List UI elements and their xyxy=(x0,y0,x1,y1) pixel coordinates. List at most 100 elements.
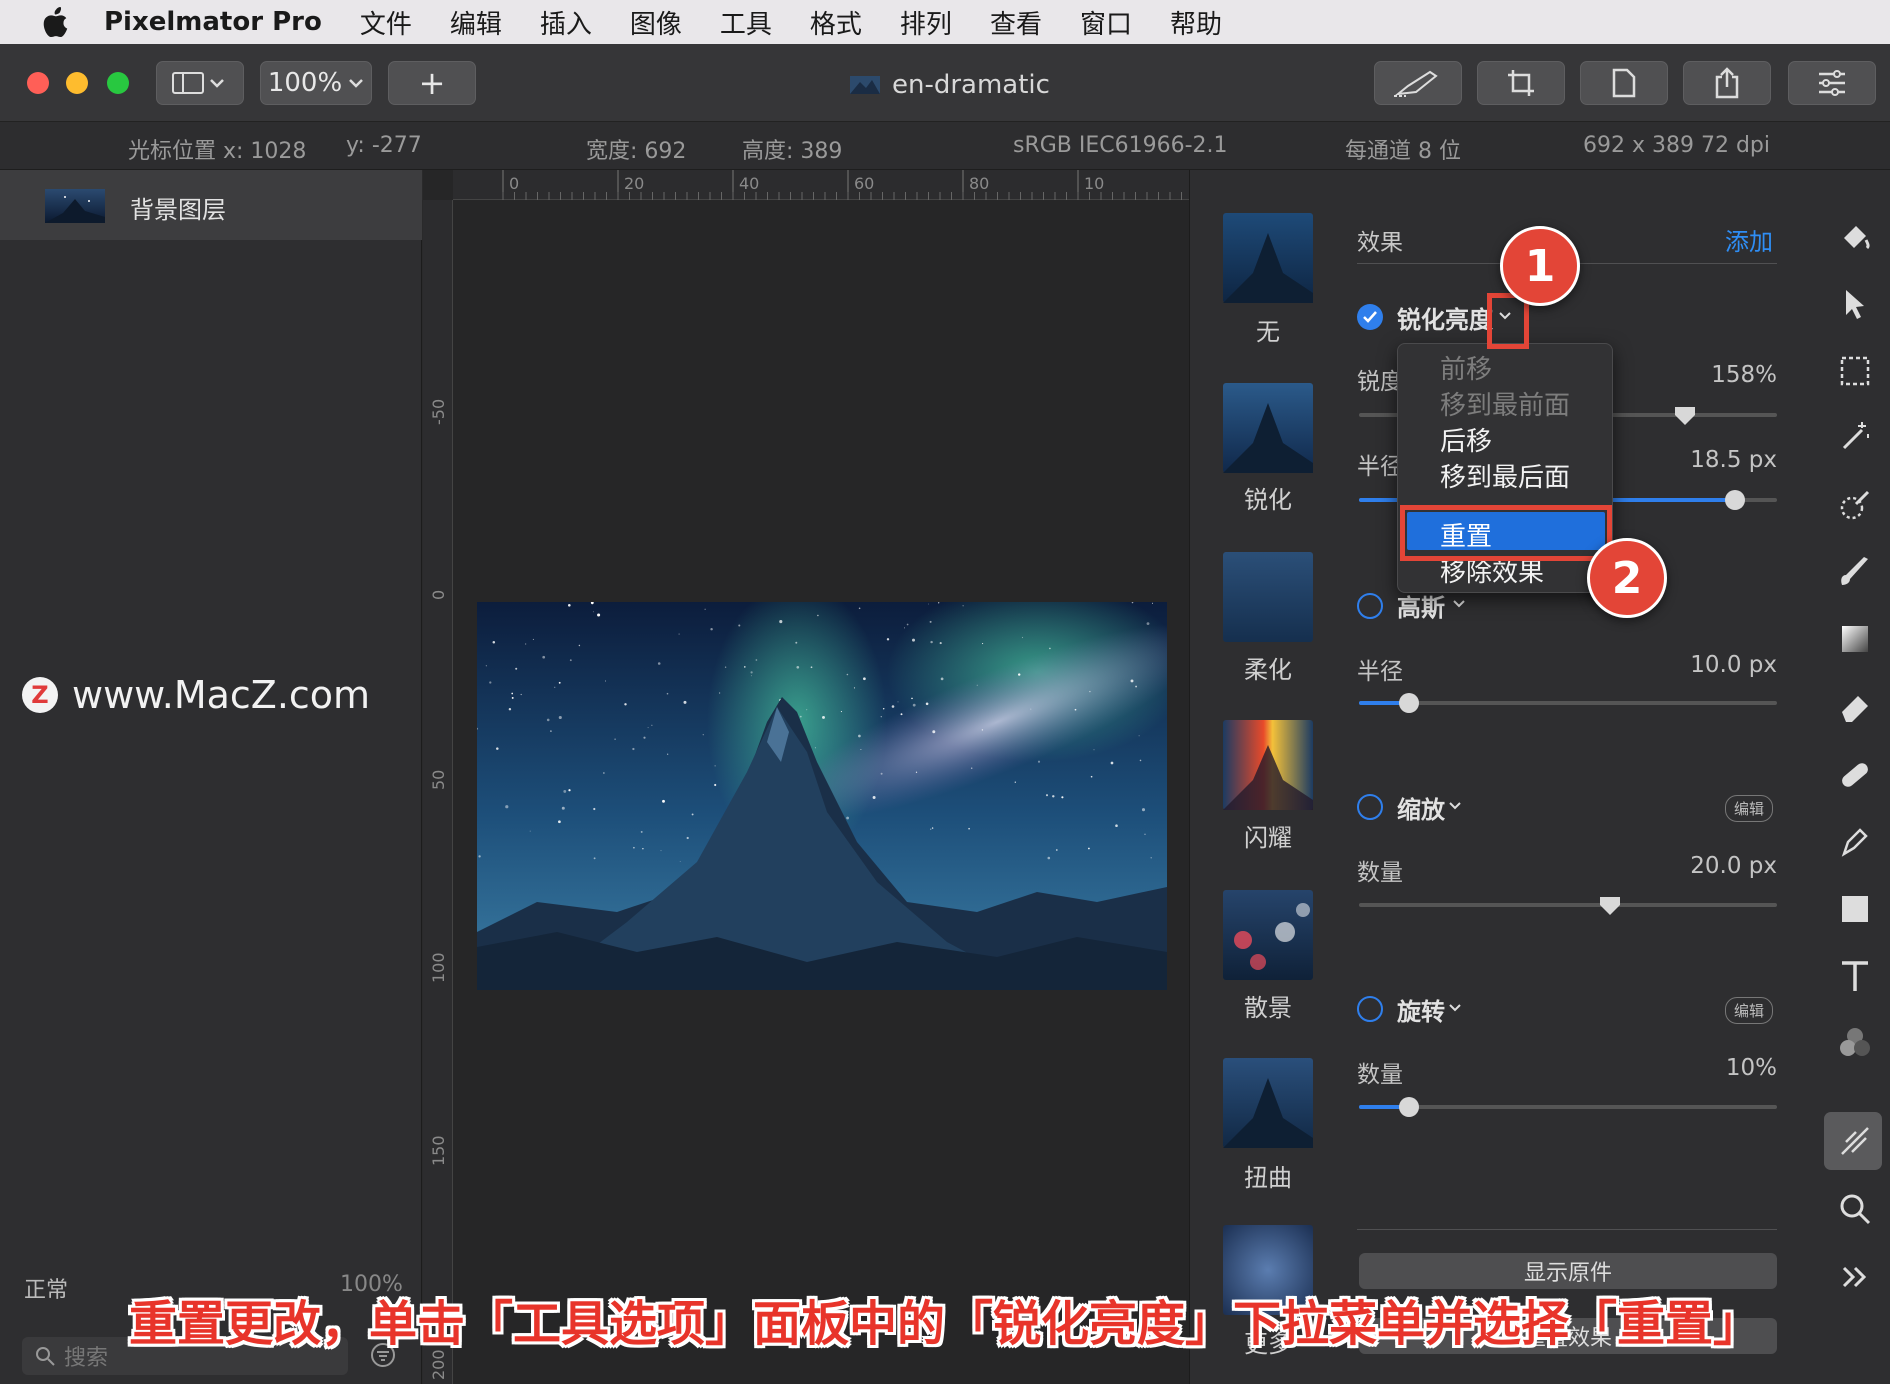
menu-item-move-forward[interactable]: 前移 xyxy=(1440,349,1492,386)
layer-row[interactable]: 背景图层 xyxy=(0,170,422,240)
rotate-edit-button[interactable]: 编辑 xyxy=(1725,997,1774,1024)
star xyxy=(651,724,653,726)
menu-tools[interactable]: 工具 xyxy=(720,4,772,41)
menu-item-move-to-front[interactable]: 移到最前面 xyxy=(1440,385,1570,422)
chevron-down-icon[interactable] xyxy=(1452,598,1466,610)
effects-icon[interactable] xyxy=(1836,1122,1874,1160)
menu-file[interactable]: 文件 xyxy=(360,4,412,41)
pen-icon[interactable] xyxy=(1836,822,1874,860)
preset-thumbnail-distort[interactable] xyxy=(1223,1058,1313,1148)
menu-help[interactable]: 帮助 xyxy=(1170,4,1222,41)
zoom-edit-button[interactable]: 编辑 xyxy=(1725,795,1774,822)
star xyxy=(592,611,594,613)
zoom-amount-track[interactable] xyxy=(1359,903,1777,907)
menu-item-move-backward[interactable]: 后移 xyxy=(1440,421,1492,458)
menu-edit[interactable]: 编辑 xyxy=(450,4,502,41)
star xyxy=(915,771,918,773)
menu-insert[interactable]: 插入 xyxy=(540,4,592,41)
crop-button[interactable] xyxy=(1477,61,1565,105)
eraser-icon[interactable] xyxy=(1836,688,1874,726)
star xyxy=(810,666,813,669)
add-button[interactable]: + xyxy=(388,61,476,105)
preset-thumbnail-soften[interactable] xyxy=(1223,552,1313,642)
star xyxy=(568,789,571,792)
callout-step-2: 2 xyxy=(1587,538,1667,618)
star xyxy=(593,807,596,811)
star xyxy=(597,613,601,617)
canvas-image[interactable] xyxy=(477,602,1167,990)
star xyxy=(1138,735,1140,737)
rotate-amount-knob[interactable] xyxy=(1399,1097,1420,1117)
rect-select-icon[interactable] xyxy=(1836,352,1874,390)
gaussian-radius-track[interactable] xyxy=(1359,701,1777,705)
gaussian-enabled-checkbox[interactable] xyxy=(1357,593,1383,619)
preset-thumbnail-bokeh[interactable] xyxy=(1223,890,1313,980)
color-picker-icon[interactable] xyxy=(1836,486,1874,524)
gaussian-radius-knob[interactable] xyxy=(1399,693,1420,713)
star xyxy=(912,638,915,642)
shape-icon[interactable] xyxy=(1836,890,1874,928)
menu-item-move-to-back[interactable]: 移到最后面 xyxy=(1440,457,1570,494)
share-button[interactable] xyxy=(1683,61,1771,105)
star xyxy=(558,715,562,720)
tool-options-button[interactable] xyxy=(1788,61,1876,105)
add-effect-button[interactable]: 添加 xyxy=(1725,222,1773,257)
highlight-box-reset xyxy=(1400,505,1612,561)
brush-icon xyxy=(1394,70,1438,97)
image-size: 692 x 389 72 dpi xyxy=(1583,133,1771,158)
star xyxy=(1014,781,1016,783)
star xyxy=(1115,824,1118,827)
rotate-amount-track[interactable] xyxy=(1359,1105,1777,1109)
star xyxy=(1130,679,1134,683)
preset-label: 锐化 xyxy=(1244,486,1292,514)
star xyxy=(563,789,567,793)
star xyxy=(1037,760,1041,763)
brush-icon[interactable] xyxy=(1836,553,1874,591)
document-button[interactable] xyxy=(1580,61,1668,105)
preset-thumbnail-none[interactable] xyxy=(1223,213,1313,303)
rotate-enabled-checkbox[interactable] xyxy=(1357,996,1383,1022)
zoom-window-button[interactable] xyxy=(107,72,129,94)
close-window-button[interactable] xyxy=(27,72,49,94)
arrow-icon[interactable] xyxy=(1836,286,1874,324)
sharpen-radius-knob[interactable] xyxy=(1725,490,1746,510)
sharpen-enabled-checkbox[interactable] xyxy=(1357,304,1383,330)
zoom-amount-knob[interactable] xyxy=(1598,895,1622,917)
ruler-label: 0 xyxy=(429,589,448,600)
menu-window[interactable]: 窗口 xyxy=(1080,4,1132,41)
menu-image[interactable]: 图像 xyxy=(630,4,682,41)
star xyxy=(939,642,942,645)
menu-app-name[interactable]: Pixelmator Pro xyxy=(104,7,322,37)
zoom-enabled-checkbox[interactable] xyxy=(1357,794,1383,820)
zoom-icon[interactable] xyxy=(1836,1190,1874,1228)
ruler-label: 40 xyxy=(739,174,760,193)
zoom-level-dropdown[interactable]: 100% xyxy=(260,61,372,105)
watermark: Z www.MacZ.com xyxy=(22,673,370,717)
sharpen-effect-name: 锐化亮度 xyxy=(1397,306,1493,334)
chevron-down-icon[interactable] xyxy=(1448,1002,1462,1014)
star xyxy=(704,608,706,610)
menu-format[interactable]: 格式 xyxy=(810,4,862,41)
color-adjust-icon[interactable] xyxy=(1836,1024,1874,1062)
menu-view[interactable]: 查看 xyxy=(990,4,1042,41)
info-bar: 光标位置 x: 1028 y: -277 宽度: 692 高度: 389 sRG… xyxy=(0,122,1890,170)
paint-tool-button[interactable] xyxy=(1374,61,1462,105)
star xyxy=(554,686,556,688)
star xyxy=(657,662,661,665)
minimize-window-button[interactable] xyxy=(66,72,88,94)
gradient-icon[interactable] xyxy=(1836,620,1874,658)
paint-bucket-icon[interactable] xyxy=(1836,218,1874,256)
preset-thumbnail-glow[interactable] xyxy=(1223,720,1313,810)
star xyxy=(795,641,798,644)
apple-logo-icon[interactable] xyxy=(40,6,70,38)
menu-arrange[interactable]: 排列 xyxy=(900,4,952,41)
sidebar-toggle-button[interactable] xyxy=(156,61,244,105)
watermark-text: www.MacZ.com xyxy=(72,673,371,717)
text-icon[interactable] xyxy=(1836,957,1874,995)
gaussian-radius-label: 半径 xyxy=(1357,659,1403,685)
chevron-down-icon[interactable] xyxy=(1448,800,1462,812)
sharpen-amount-knob[interactable] xyxy=(1673,405,1697,427)
bandage-icon[interactable] xyxy=(1836,755,1874,793)
magic-wand-icon[interactable] xyxy=(1836,418,1874,456)
preset-thumbnail-sharpen[interactable] xyxy=(1223,383,1313,473)
